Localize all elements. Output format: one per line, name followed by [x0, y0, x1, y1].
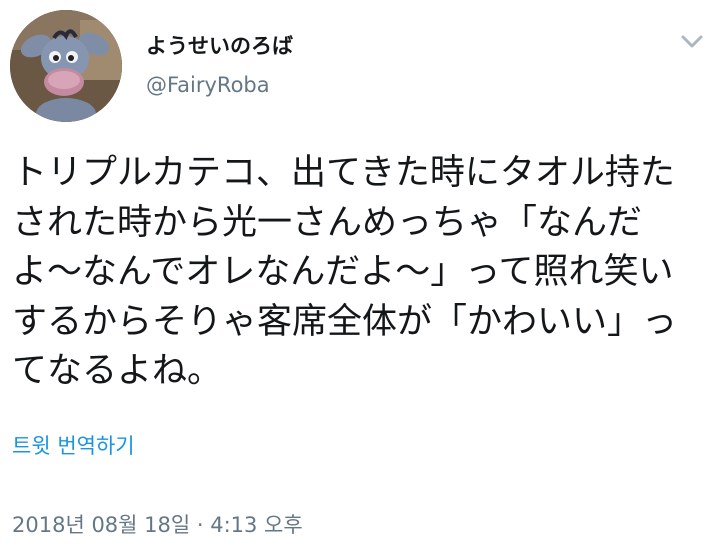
tweet-timestamp[interactable]: 2018년 08월 18일 · 4:13 오후 [12, 511, 303, 539]
display-name[interactable]: ようせいのろば [146, 31, 293, 61]
user-handle[interactable]: @FairyRoba [146, 70, 270, 100]
avatar[interactable] [10, 10, 122, 122]
eeyore-plush-avatar-icon [10, 10, 122, 122]
translate-tweet-link[interactable]: 트윗 번역하기 [12, 432, 135, 460]
tweet-text: トリプルカテコ、出てきた時にタオル持た された時から光一さんめっちゃ「なんだ よ… [12, 153, 678, 391]
chevron-down-icon[interactable] [676, 28, 708, 56]
